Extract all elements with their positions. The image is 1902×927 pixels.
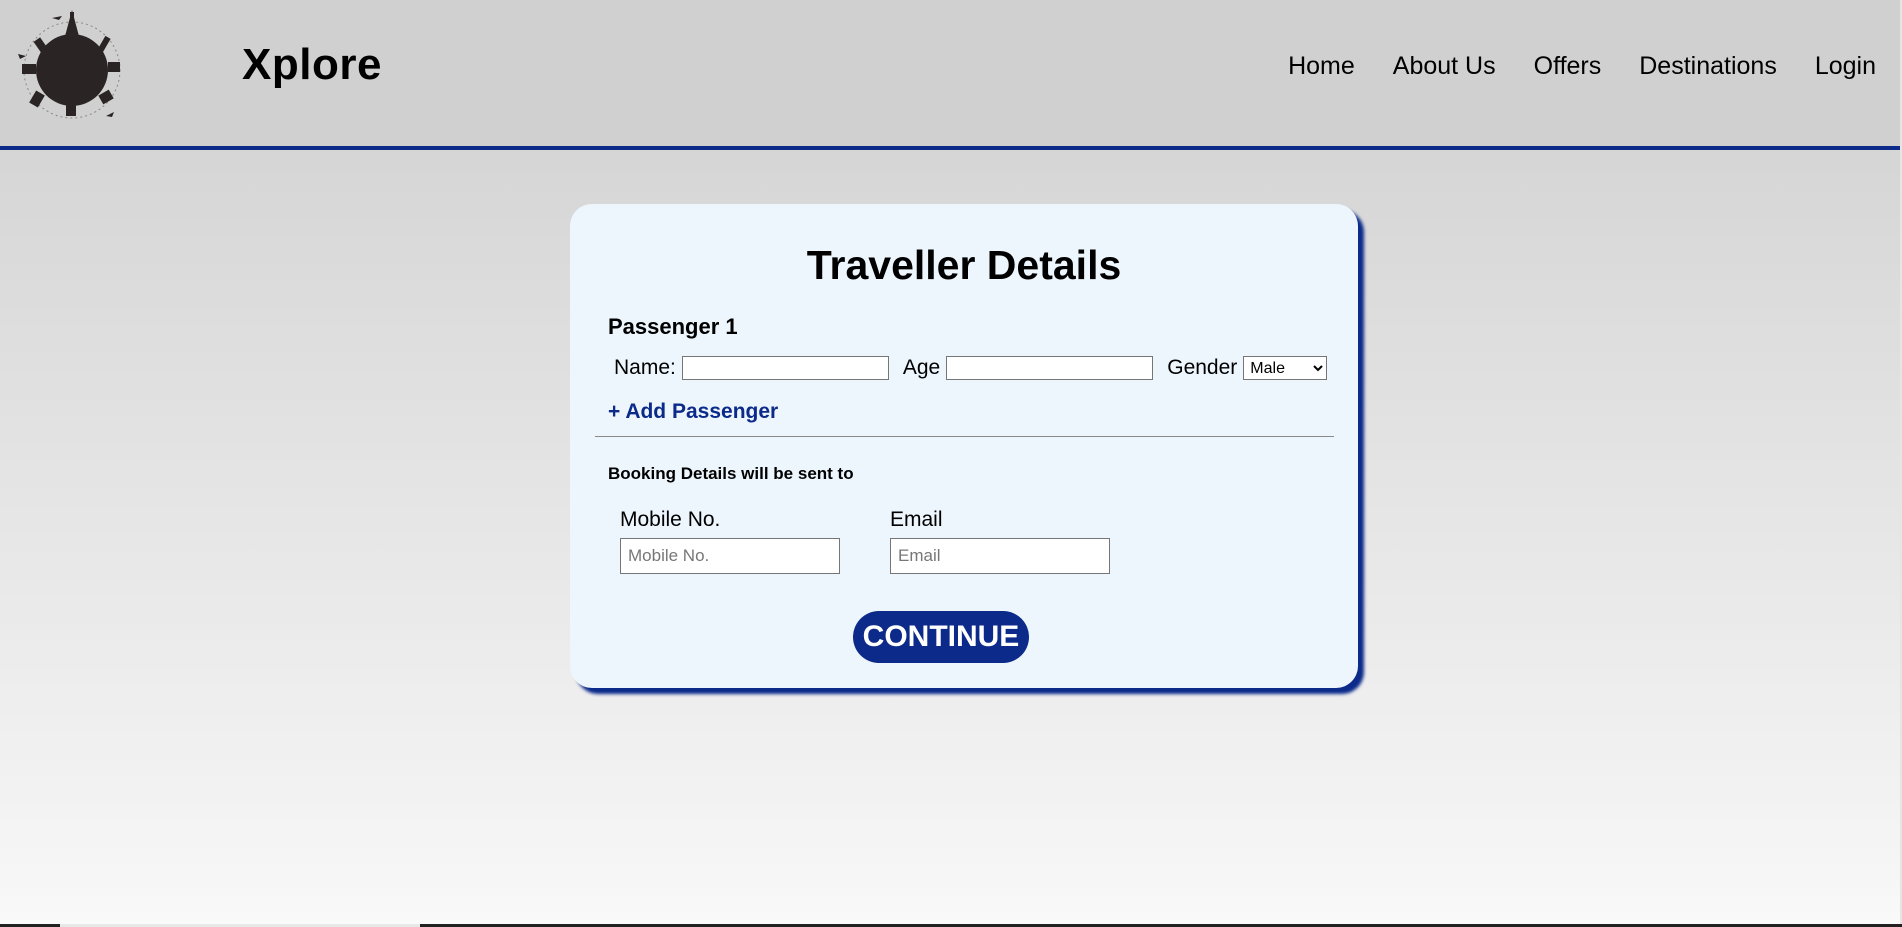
passenger-row: Name: Age Gender Male	[614, 356, 1328, 380]
add-passenger-button[interactable]: + Add Passenger	[608, 400, 778, 424]
gender-select[interactable]: Male	[1243, 356, 1328, 380]
nav-destinations[interactable]: Destinations	[1639, 52, 1777, 81]
mobile-field[interactable]	[620, 538, 840, 574]
page-title: Traveller Details	[806, 242, 1122, 288]
gender-label: Gender	[1167, 356, 1238, 379]
globe-landmarks-logo-icon[interactable]	[8, 6, 134, 126]
divider	[595, 436, 1334, 437]
name-field[interactable]	[681, 356, 889, 380]
passenger-heading: Passenger 1	[608, 314, 738, 339]
age-label: Age	[902, 356, 941, 379]
mobile-label: Mobile No.	[620, 508, 721, 531]
nav-login[interactable]: Login	[1815, 52, 1876, 81]
email-label: Email	[890, 508, 943, 531]
email-field[interactable]	[890, 538, 1110, 574]
main-nav: Home About Us Offers Destinations Login	[1250, 52, 1876, 81]
site-header: Xplore Home About Us Offers Destinations…	[0, 0, 1900, 150]
nav-about-us[interactable]: About Us	[1393, 52, 1496, 81]
continue-button[interactable]: CONTINUE	[853, 611, 1029, 663]
name-label: Name:	[614, 356, 676, 379]
brand-name[interactable]: Xplore	[242, 40, 382, 90]
nav-offers[interactable]: Offers	[1534, 52, 1602, 81]
traveller-details-card: Traveller Details Passenger 1 Name: Age …	[570, 204, 1358, 688]
booking-details-note: Booking Details will be sent to	[608, 464, 854, 483]
email-field-group: Email	[890, 508, 1110, 574]
age-field[interactable]	[946, 356, 1154, 380]
mobile-field-group: Mobile No.	[620, 508, 840, 574]
nav-home[interactable]: Home	[1288, 52, 1355, 81]
